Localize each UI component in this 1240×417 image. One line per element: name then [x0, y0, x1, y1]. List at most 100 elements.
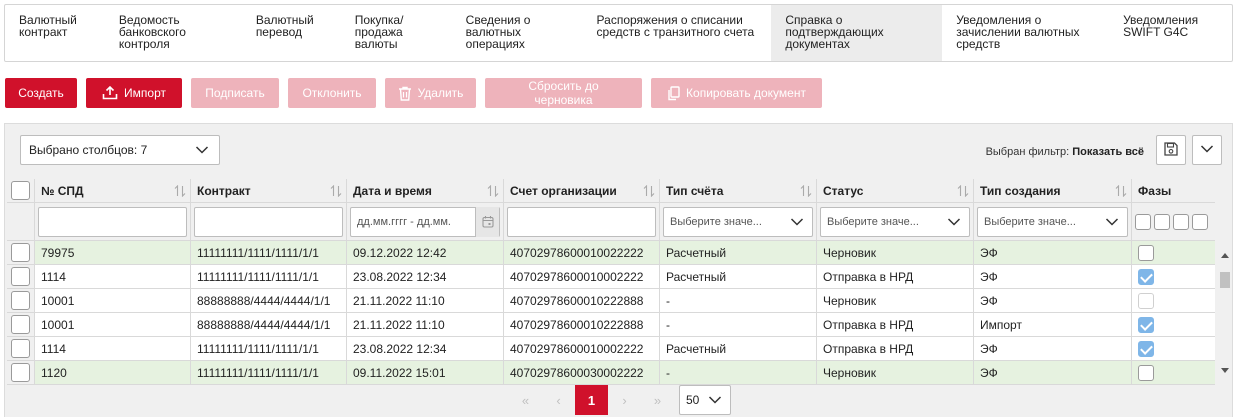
column-header[interactable]: № СПД [35, 179, 191, 203]
tab-8[interactable]: Уведомления о зачислении валютных средст… [942, 5, 1109, 61]
tab-2[interactable]: Ведомость банковского контроля [105, 5, 242, 61]
date-range-filter[interactable]: дд.мм.гггг - дд.мм. [350, 206, 500, 237]
table-row[interactable]: 10001 88888888/4444/4444/1/1 21.11.2022 11… [7, 289, 1215, 313]
column-header[interactable]: Фазы [1132, 179, 1215, 203]
page-size-select[interactable]: 50 [679, 385, 731, 415]
table-row[interactable]: 1114 11111111/1111/1111/1/1 23.08.2022 12:… [7, 337, 1215, 361]
copy-document-button[interactable]: Копировать документ [651, 78, 822, 108]
cell-contract: 11111111/1111/1111/1/1 [191, 241, 347, 265]
row-select-cell [7, 313, 35, 337]
column-header-label: Тип счёта [666, 183, 724, 198]
row-select-checkbox[interactable] [11, 315, 30, 334]
cell-status: Отправка в НРД [817, 337, 974, 361]
phase-checkbox [1138, 364, 1154, 381]
phase-filter-checkbox[interactable] [1192, 213, 1208, 230]
cell-contract: 11111111/1111/1111/1/1 [191, 337, 347, 361]
column-filter-select[interactable]: Выберите значе... [663, 206, 813, 237]
cell-account: 40702978600010222888 [504, 313, 660, 337]
sort-icon[interactable] [643, 184, 655, 200]
save-icon [1164, 141, 1178, 159]
row-select-checkbox[interactable] [11, 243, 30, 262]
row-select-checkbox[interactable] [11, 291, 30, 310]
filter-menu-button[interactable] [1192, 135, 1222, 165]
column-filter-input[interactable] [194, 206, 343, 237]
scroll-down-icon[interactable] [1221, 362, 1229, 376]
column-filter-select[interactable]: Выберите значе... [820, 206, 970, 237]
phase-filter-checkbox[interactable] [1173, 213, 1189, 230]
row-select-checkbox[interactable] [11, 267, 30, 286]
tab-5[interactable]: Сведения о валютных операциях [452, 5, 583, 61]
tab-label: Ведомость банковского контроля [118, 13, 186, 51]
sort-icon[interactable] [957, 184, 969, 200]
table-row[interactable]: 1120 11111111/1111/1111/1/1 09.11.2022 15:… [7, 361, 1215, 385]
tab-label: Покупка/ продажа валюты [354, 13, 404, 51]
cell-acc-type: - [660, 361, 817, 385]
next-page-button[interactable]: › [608, 385, 641, 415]
column-header[interactable]: Дата и время [347, 179, 504, 203]
reject-button[interactable]: Отклонить [288, 78, 376, 108]
calendar-icon[interactable] [475, 206, 499, 237]
table-row[interactable]: 10001 88888888/4444/4444/1/1 21.11.2022 11… [7, 313, 1215, 337]
table-row[interactable]: 79975 11111111/1111/1111/1/1 09.12.2022 12… [7, 241, 1215, 265]
document-type-tabs: Валютный контракт Ведомость банковского к… [4, 4, 1233, 62]
tab-6[interactable]: Распоряжения о списании средств с транзи… [583, 5, 772, 61]
sort-icon[interactable] [800, 184, 812, 200]
scrollbar-thumb[interactable] [1220, 272, 1230, 288]
tab-9[interactable]: Уведомления SWIFT G4C [1109, 5, 1232, 61]
phase-checkbox [1138, 340, 1154, 357]
filter-cell: Выберите значе... [817, 203, 974, 241]
sort-icon[interactable] [1115, 184, 1127, 200]
cell-account: 40702978600010002222 [504, 265, 660, 289]
column-filter-input[interactable] [38, 206, 187, 237]
column-header[interactable]: Тип создания [974, 179, 1132, 203]
phase-filter-checkbox[interactable] [1154, 213, 1170, 230]
phase-checkbox [1138, 268, 1154, 285]
column-filter-select[interactable]: Выберите значе... [977, 206, 1128, 237]
cell-phase [1132, 313, 1215, 337]
chevron-down-icon [1105, 216, 1119, 230]
tab-3[interactable]: Валютный перевод [242, 5, 341, 61]
prev-page-button[interactable]: ‹ [542, 385, 575, 415]
filter-cell [35, 203, 191, 241]
column-header[interactable]: Статус [817, 179, 974, 203]
filter-cell: Выберите значе... [660, 203, 817, 241]
filter-cell: дд.мм.гггг - дд.мм. [347, 203, 504, 241]
import-button[interactable]: Импорт [86, 78, 182, 108]
tab-4[interactable]: Покупка/ продажа валюты [341, 5, 452, 61]
column-header-label: Контракт [197, 183, 251, 198]
sort-icon[interactable] [174, 184, 186, 200]
filter-row-spacer [7, 203, 35, 241]
create-button[interactable]: Создать [5, 78, 77, 108]
cell-acc-type: Расчетный [660, 265, 817, 289]
first-page-button[interactable]: « [509, 385, 542, 415]
sort-icon[interactable] [330, 184, 342, 200]
column-header[interactable]: Контракт [191, 179, 347, 203]
column-header[interactable]: Счет организации [504, 179, 660, 203]
select-all-cell [7, 179, 35, 203]
sort-icon[interactable] [487, 184, 499, 200]
row-select-checkbox[interactable] [11, 339, 30, 358]
cell-creation: ЭФ [974, 265, 1132, 289]
tab-1[interactable]: Валютный контракт [5, 5, 105, 61]
tab-7[interactable]: Справка о подтверждающих документах [771, 5, 943, 61]
row-select-cell [7, 337, 35, 361]
filter-cell [191, 203, 347, 241]
columns-selector[interactable]: Выбрано столбцов: 7 [20, 135, 220, 165]
last-page-button[interactable]: » [641, 385, 674, 415]
row-select-checkbox[interactable] [11, 363, 30, 382]
column-filter-input[interactable] [507, 206, 656, 237]
delete-button[interactable]: Удалить [385, 78, 476, 108]
column-header[interactable]: Тип счёта [660, 179, 817, 203]
select-all-checkbox[interactable] [11, 181, 30, 200]
scroll-up-icon[interactable] [1221, 247, 1229, 261]
page-number-current[interactable]: 1 [575, 385, 608, 415]
reset-to-draft-button[interactable]: Сбросить до черновика [485, 78, 642, 108]
column-header-label: № СПД [41, 183, 84, 198]
save-filter-button[interactable] [1156, 135, 1186, 165]
vertical-scrollbar[interactable] [1217, 241, 1232, 382]
sign-button[interactable]: Подписать [191, 78, 279, 108]
trash-icon [398, 86, 412, 101]
table-row[interactable]: 1114 11111111/1111/1111/1/1 23.08.2022 12:… [7, 265, 1215, 289]
phase-filter-checkbox[interactable] [1135, 213, 1151, 230]
cell-acc-type: - [660, 313, 817, 337]
